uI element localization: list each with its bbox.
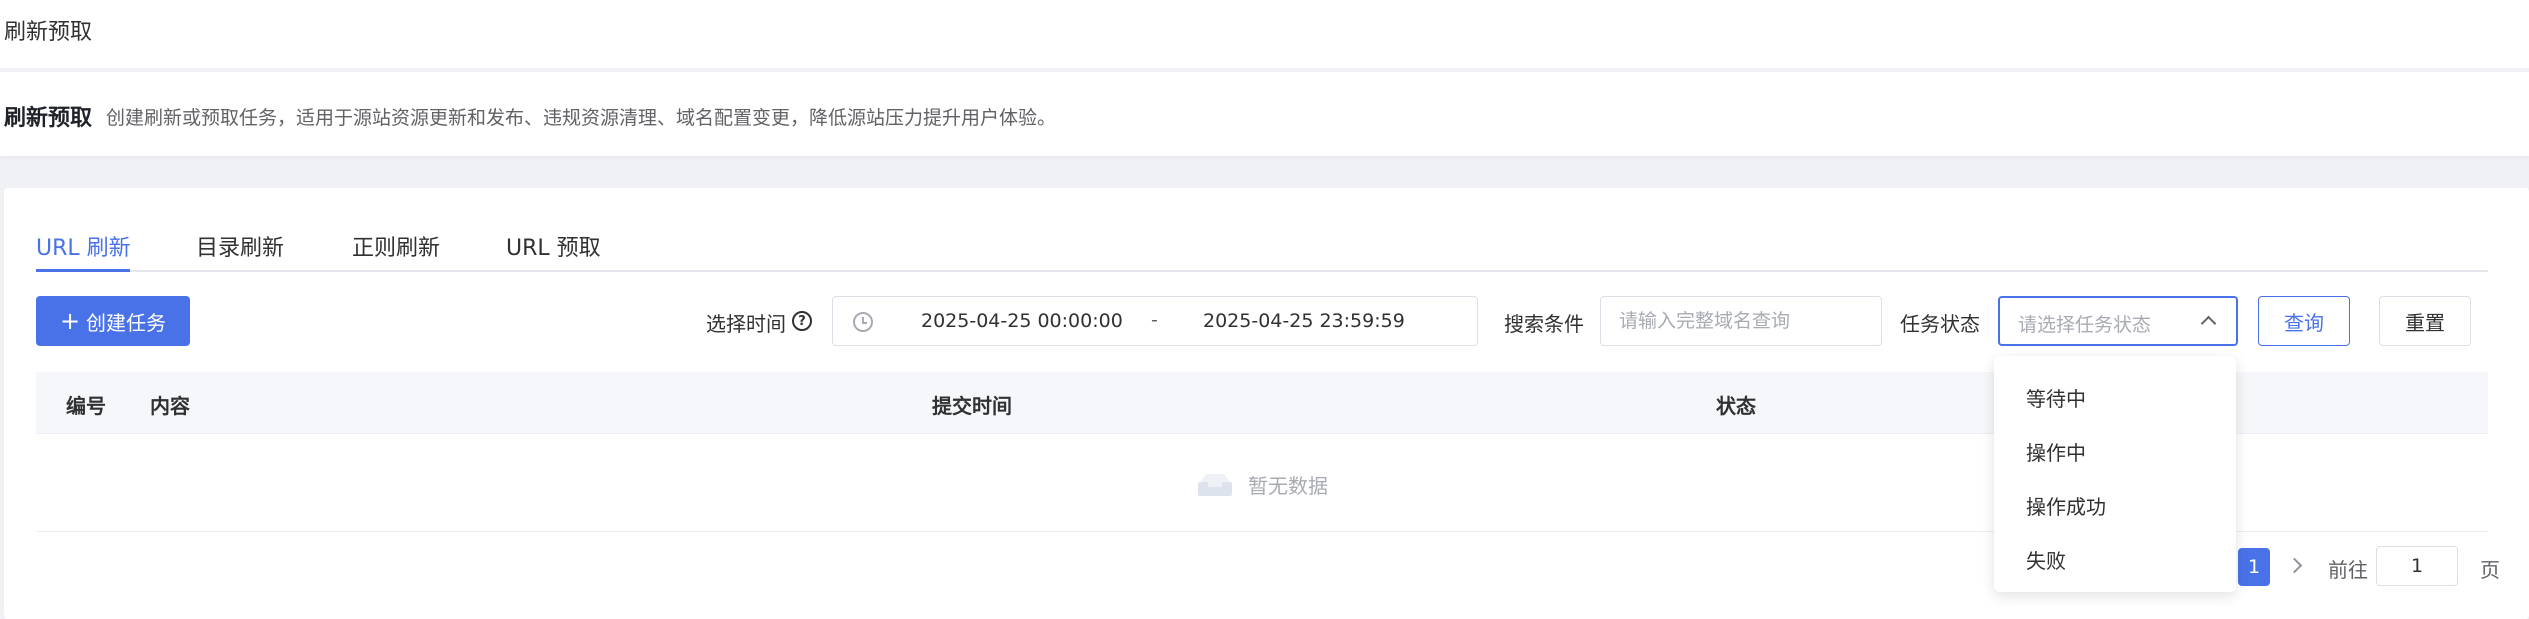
chevron-up-icon bbox=[2200, 315, 2217, 332]
clock-icon bbox=[853, 312, 873, 332]
empty-text: 暂无数据 bbox=[1248, 474, 1328, 498]
create-task-button[interactable]: + 创建任务 bbox=[36, 296, 190, 346]
column-status: 状态 bbox=[1716, 394, 1756, 418]
tab-regex-refresh[interactable]: 正则刷新 bbox=[352, 230, 440, 262]
goto-page-input[interactable] bbox=[2376, 546, 2458, 586]
goto-unit: 页 bbox=[2480, 558, 2500, 582]
reset-button[interactable]: 重置 bbox=[2379, 296, 2471, 346]
plus-icon: + bbox=[59, 307, 81, 335]
breadcrumb: 刷新预取 bbox=[4, 20, 93, 45]
page-title: 刷新预取 bbox=[4, 106, 93, 131]
time-label: 选择时间 bbox=[706, 312, 786, 336]
page-description-text: 创建刷新或预取任务，适用于源站资源更新和发布、违规资源清理、域名配置变更，降低源… bbox=[106, 107, 1057, 129]
top-header: 刷新预取 bbox=[0, 0, 2529, 68]
query-button[interactable]: 查询 bbox=[2258, 296, 2350, 346]
status-option-processing[interactable]: 操作中 bbox=[1994, 424, 2236, 478]
status-dropdown: 等待中 操作中 操作成功 失败 bbox=[1994, 356, 2236, 592]
status-option-success[interactable]: 操作成功 bbox=[1994, 478, 2236, 532]
empty-state: 暂无数据 bbox=[1196, 470, 1328, 499]
status-label: 任务状态 bbox=[1900, 312, 1980, 336]
status-select-placeholder: 请选择任务状态 bbox=[2018, 314, 2152, 336]
page-description: 刷新预取 创建刷新或预取任务，适用于源站资源更新和发布、违规资源清理、域名配置变… bbox=[0, 72, 2529, 156]
status-option-waiting[interactable]: 等待中 bbox=[1994, 370, 2236, 424]
create-task-label: 创建任务 bbox=[86, 310, 167, 335]
active-tab-indicator bbox=[36, 269, 130, 272]
chevron-right-icon[interactable] bbox=[2286, 557, 2303, 574]
column-id: 编号 bbox=[66, 394, 106, 418]
help-icon[interactable]: ? bbox=[792, 311, 812, 331]
goto-label: 前往 bbox=[2328, 558, 2368, 582]
tab-url-prefetch[interactable]: URL 预取 bbox=[506, 230, 601, 262]
tab-directory-refresh[interactable]: 目录刷新 bbox=[196, 230, 284, 262]
search-input[interactable] bbox=[1600, 296, 1882, 346]
column-content: 内容 bbox=[150, 394, 190, 418]
search-label: 搜索条件 bbox=[1504, 312, 1584, 336]
tab-url-refresh[interactable]: URL 刷新 bbox=[36, 230, 131, 262]
tab-bar: URL 刷新 目录刷新 正则刷新 URL 预取 bbox=[36, 226, 2488, 272]
date-end[interactable]: 2025-04-25 23:59:59 bbox=[1203, 310, 1405, 332]
date-start[interactable]: 2025-04-25 00:00:00 bbox=[921, 310, 1123, 332]
column-submit-time: 提交时间 bbox=[932, 394, 1012, 418]
status-option-failed[interactable]: 失败 bbox=[1994, 532, 2236, 586]
status-select[interactable]: 请选择任务状态 bbox=[1998, 296, 2238, 346]
date-separator: - bbox=[1151, 309, 1158, 331]
page-number-current[interactable]: 1 bbox=[2238, 548, 2270, 586]
empty-inbox-icon bbox=[1198, 473, 1232, 496]
date-range-picker[interactable]: 2025-04-25 00:00:00 - 2025-04-25 23:59:5… bbox=[832, 296, 1478, 346]
